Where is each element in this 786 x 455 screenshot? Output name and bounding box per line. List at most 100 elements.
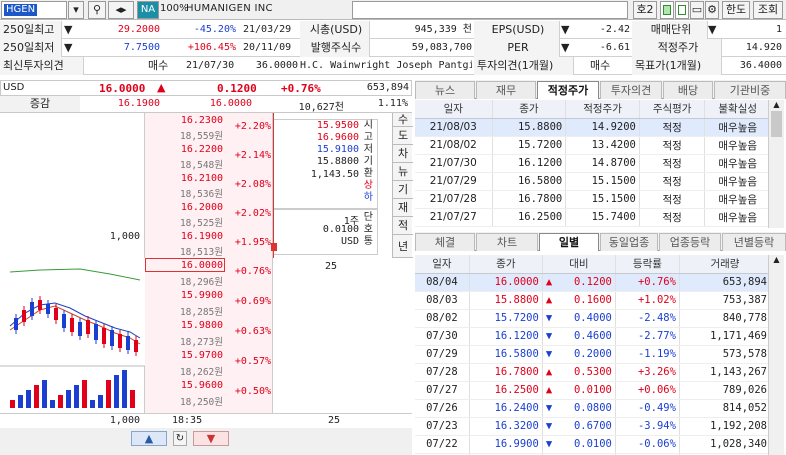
daily-header[interactable]: 대비 bbox=[542, 255, 616, 274]
vertical-tab[interactable]: 도 bbox=[393, 127, 413, 145]
daily-row[interactable]: 08/04 16.0000 ▲ 0.1200 +0.76% 653,894 bbox=[415, 273, 772, 292]
scroll-thumb[interactable] bbox=[771, 111, 782, 137]
tab-industry-change[interactable]: 업종등락 bbox=[659, 233, 721, 251]
inquiry-button[interactable]: 조회 bbox=[753, 1, 783, 19]
ask-price[interactable]: 16.1900 bbox=[149, 231, 223, 242]
dropdown-icon[interactable]: ▼ bbox=[64, 39, 84, 57]
fair-scrollbar[interactable]: ▲ bbox=[768, 100, 784, 228]
delta-label: 증감 bbox=[0, 96, 80, 112]
fair-cell: 21/07/27 bbox=[415, 208, 493, 227]
fair-row[interactable]: 21/07/29 16.5800 15.1500 적정 매우높음 bbox=[415, 172, 771, 191]
down-arrow-icon: ▼ bbox=[545, 420, 553, 432]
daily-date: 07/30 bbox=[415, 327, 470, 346]
daily-row[interactable]: 07/29 16.5800 ▼ 0.2000 -1.19% 573,578 bbox=[415, 345, 772, 364]
fair-row[interactable]: 21/08/03 15.8800 14.9200 적정 매우높음 bbox=[415, 118, 771, 137]
daily-row[interactable]: 07/27 16.2500 ▲ 0.0100 +0.06% 789,026 bbox=[415, 381, 772, 400]
daily-scrollbar[interactable]: ▲ bbox=[768, 255, 784, 455]
fair-cell: 15.7200 bbox=[492, 136, 567, 155]
vertical-tab[interactable]: 기 bbox=[393, 181, 413, 199]
up-arrow-icon: ▲ bbox=[157, 81, 166, 94]
scroll-up-button[interactable]: ▲ bbox=[131, 431, 167, 446]
eps-dropdown-icon[interactable]: ▼ bbox=[561, 21, 573, 39]
fair-row[interactable]: 21/08/02 15.7200 13.4200 적정 매우높음 bbox=[415, 136, 771, 155]
vertical-tab[interactable]: 차 bbox=[393, 145, 413, 163]
daily-close: 16.5800 bbox=[469, 345, 543, 364]
eps-label: EPS(USD) bbox=[474, 21, 560, 39]
label-tick: 호 bbox=[363, 224, 373, 235]
ask-price[interactable]: 16.2200 bbox=[149, 144, 223, 155]
vertical-tab[interactable]: 년 bbox=[393, 235, 413, 258]
tab-yearly-change[interactable]: 년별등락 bbox=[722, 233, 786, 251]
info-grid: 250일최고 ▼ 29.2000 -45.20% 21/03/29 시총(USD… bbox=[0, 21, 786, 75]
green-doc-icon[interactable] bbox=[660, 1, 674, 19]
tab-news[interactable]: 뉴스 bbox=[415, 81, 475, 99]
ask-price[interactable]: 16.2100 bbox=[149, 173, 223, 184]
change-value: 0.1200 bbox=[217, 82, 257, 95]
tab-institution[interactable]: 기관비중 bbox=[714, 81, 786, 99]
tab-trades[interactable]: 체결 bbox=[415, 233, 475, 251]
target1m-label: 목표가(1개월) bbox=[632, 57, 722, 75]
scroll-up-arrow-icon[interactable]: ▲ bbox=[769, 100, 784, 109]
speaker-icon[interactable]: ◂▸ bbox=[108, 1, 134, 19]
trade-unit-dropdown-icon[interactable]: ▼ bbox=[708, 21, 720, 39]
gear-icon[interactable]: ⚙ bbox=[705, 1, 719, 19]
seq-button[interactable]: 호2 bbox=[633, 1, 657, 19]
tab-dividend[interactable]: 배당 bbox=[663, 81, 713, 99]
high250-value: 29.2000 bbox=[117, 24, 160, 35]
fair-header[interactable]: 불확실성 bbox=[704, 100, 771, 119]
bid-price[interactable]: 15.9600 bbox=[149, 380, 223, 391]
up-arrow-icon: ▲ bbox=[545, 366, 553, 378]
fair-row[interactable]: 21/07/28 16.7800 15.1500 적정 매우높음 bbox=[415, 190, 771, 209]
layout-icon[interactable] bbox=[675, 1, 689, 19]
bid-price[interactable]: 15.9700 bbox=[149, 350, 223, 361]
daily-header[interactable]: 일자 bbox=[415, 255, 470, 274]
dropdown-icon[interactable]: ▼ bbox=[64, 21, 84, 39]
volume-bar bbox=[50, 400, 55, 408]
refresh-icon[interactable]: ↻ bbox=[173, 431, 187, 446]
limit-button[interactable]: 한도 bbox=[722, 1, 750, 19]
daily-header[interactable]: 등락률 bbox=[615, 255, 680, 274]
tab-finance[interactable]: 재무 bbox=[476, 81, 536, 99]
bid-quantity: 18,296원 bbox=[179, 277, 223, 288]
ask-price[interactable]: 16.2300 bbox=[149, 115, 223, 126]
fair-row[interactable]: 21/07/27 16.2500 15.7400 적정 매우높음 bbox=[415, 208, 771, 227]
fair-header[interactable]: 일자 bbox=[415, 100, 493, 119]
dropdown-arrow-icon[interactable]: ▾ bbox=[68, 1, 84, 19]
daily-row[interactable]: 07/22 16.9900 ▼ 0.0100 -0.06% 1,028,340 bbox=[415, 435, 772, 454]
daily-row[interactable]: 08/02 15.7200 ▼ 0.4000 -2.48% 840,778 bbox=[415, 309, 772, 328]
vertical-tab[interactable]: 수 bbox=[393, 113, 413, 127]
daily-header[interactable]: 종가 bbox=[469, 255, 543, 274]
vertical-tab[interactable]: 재 bbox=[393, 199, 413, 217]
tab-daily[interactable]: 일별 bbox=[539, 233, 599, 251]
ask-quantity: 18,559원 bbox=[179, 131, 223, 142]
fair-row[interactable]: 21/07/30 16.1200 14.8700 적정 매우높음 bbox=[415, 154, 771, 173]
daily-row[interactable]: 07/23 16.3200 ▼ 0.6700 -3.94% 1,192,208 bbox=[415, 417, 772, 436]
daily-header[interactable]: 거래량 bbox=[679, 255, 772, 274]
tab-fair-value[interactable]: 적정주가 bbox=[537, 81, 599, 99]
tab-opinion[interactable]: 투자의견 bbox=[600, 81, 662, 99]
daily-row[interactable]: 07/28 16.7800 ▲ 0.5300 +3.26% 1,143,267 bbox=[415, 363, 772, 382]
fair-header[interactable]: 주식평가 bbox=[639, 100, 706, 119]
tab-same-industry[interactable]: 동일업종 bbox=[600, 233, 658, 251]
daily-row[interactable]: 07/26 16.2400 ▼ 0.0800 -0.49% 814,052 bbox=[415, 399, 772, 418]
tab-chart[interactable]: 차트 bbox=[476, 233, 538, 251]
window-icon[interactable]: ▭ bbox=[690, 1, 704, 19]
ask-quantity: 18,513원 bbox=[179, 247, 223, 258]
daily-row[interactable]: 08/03 15.8800 ▲ 0.1600 +1.02% 753,387 bbox=[415, 291, 772, 310]
ticker-input[interactable]: HGEN bbox=[1, 1, 67, 19]
fair-cell: 적정 bbox=[639, 172, 706, 191]
per-dropdown-icon[interactable]: ▼ bbox=[561, 39, 573, 57]
vertical-tab[interactable]: 적 bbox=[393, 217, 413, 235]
fair-header[interactable]: 적정주가 bbox=[565, 100, 640, 119]
vertical-tab[interactable]: 뉴 bbox=[393, 163, 413, 181]
daily-change: ▲ 0.5300 bbox=[542, 363, 616, 382]
search-icon[interactable]: ⚲ bbox=[88, 1, 106, 19]
scroll-down-button[interactable]: ▼ bbox=[193, 431, 229, 446]
daily-change: ▼ 0.0100 bbox=[542, 435, 616, 454]
ask-price[interactable]: 16.2000 bbox=[149, 202, 223, 213]
bid-price[interactable]: 15.9900 bbox=[149, 290, 223, 301]
bid-price[interactable]: 15.9800 bbox=[149, 320, 223, 331]
scroll-up-arrow-icon[interactable]: ▲ bbox=[769, 255, 784, 264]
fair-header[interactable]: 종가 bbox=[492, 100, 567, 119]
daily-row[interactable]: 07/30 16.1200 ▼ 0.4600 -2.77% 1,171,469 bbox=[415, 327, 772, 346]
